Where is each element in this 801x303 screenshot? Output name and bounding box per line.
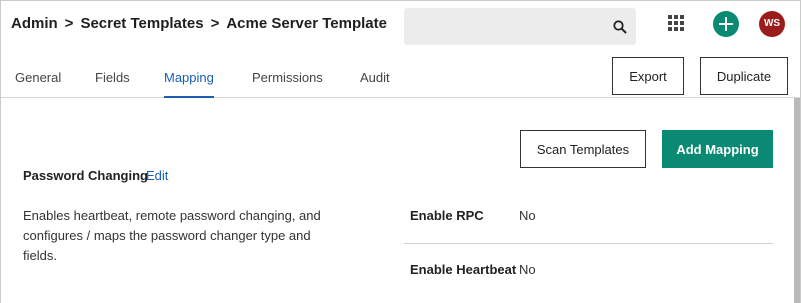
divider xyxy=(404,243,773,244)
breadcrumb-separator: > xyxy=(64,15,74,32)
section-title: Password Changing xyxy=(23,168,148,183)
header: Admin > Secret Templates > Acme Server T… xyxy=(1,1,800,98)
breadcrumb-admin[interactable]: Admin xyxy=(11,15,58,32)
search-icon[interactable] xyxy=(613,20,627,34)
add-circle-icon[interactable] xyxy=(713,11,739,37)
tab-mapping[interactable]: Mapping xyxy=(164,59,214,98)
breadcrumb-separator: > xyxy=(210,15,220,32)
breadcrumb-secret-templates[interactable]: Secret Templates xyxy=(80,15,203,32)
apps-grid-icon[interactable] xyxy=(668,15,684,31)
section-description: Enables heartbeat, remote password chang… xyxy=(23,208,321,263)
mapping-panel: Scan Templates Add Mapping Password Chan… xyxy=(1,98,800,303)
tab-audit[interactable]: Audit xyxy=(360,59,390,98)
export-button[interactable]: Export xyxy=(612,57,684,95)
search-input[interactable] xyxy=(404,8,636,45)
enable-heartbeat-label: Enable Heartbeat xyxy=(410,262,517,277)
edit-link[interactable]: Edit xyxy=(146,168,168,183)
breadcrumb: Admin > Secret Templates > Acme Server T… xyxy=(11,15,387,32)
scrollbar[interactable] xyxy=(794,98,800,303)
enable-rpc-label: Enable RPC xyxy=(410,208,484,223)
tab-fields[interactable]: Fields xyxy=(95,59,130,98)
enable-heartbeat-value: No xyxy=(519,262,536,277)
tab-permissions[interactable]: Permissions xyxy=(252,59,323,98)
scan-templates-button[interactable]: Scan Templates xyxy=(520,130,646,168)
add-mapping-button[interactable]: Add Mapping xyxy=(662,130,773,168)
breadcrumb-current-template: Acme Server Template xyxy=(226,15,387,32)
enable-rpc-value: No xyxy=(519,208,536,223)
duplicate-button[interactable]: Duplicate xyxy=(700,57,788,95)
tab-general[interactable]: General xyxy=(15,59,61,98)
avatar[interactable]: WS xyxy=(759,11,785,37)
